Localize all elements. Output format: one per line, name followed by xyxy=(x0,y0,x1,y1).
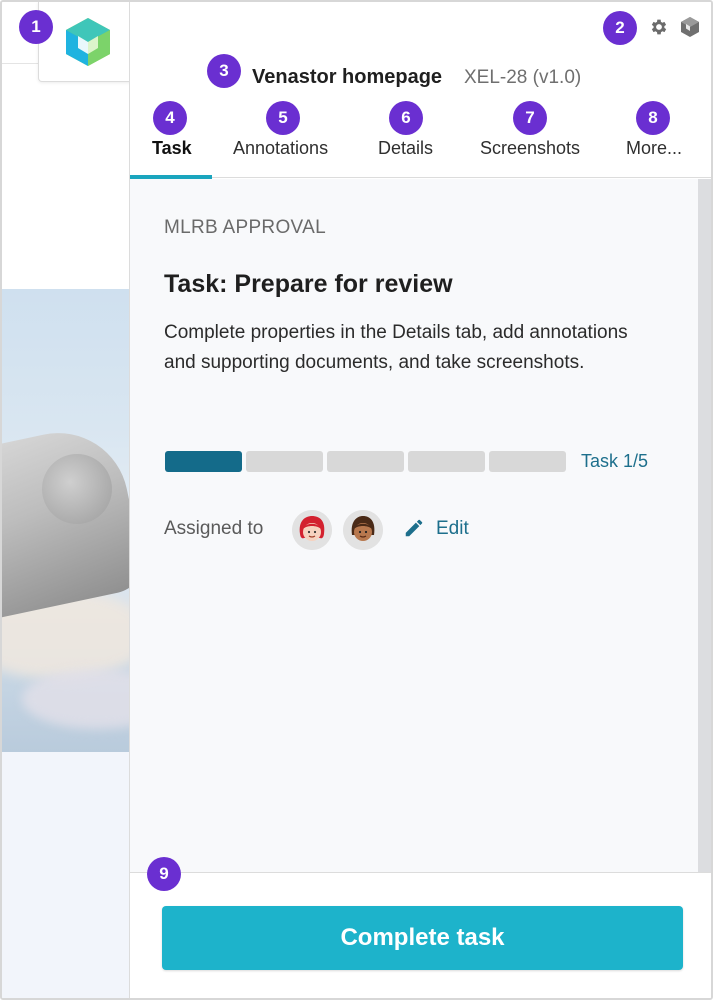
document-title: Venastor homepage xyxy=(252,66,443,88)
panel-footer: Complete task xyxy=(130,872,711,998)
document-id: XEL-28 (v1.0) xyxy=(464,67,582,88)
pencil-icon[interactable] xyxy=(403,517,425,539)
assigned-to-label: Assigned to xyxy=(164,518,264,539)
gear-icon[interactable] xyxy=(649,17,669,37)
task-progress-text: Task 1/5 xyxy=(581,451,649,471)
tab-annotations[interactable]: Annotations xyxy=(233,138,328,159)
progress-segment xyxy=(165,451,242,472)
workflow-section-label: MLRB APPROVAL xyxy=(164,217,326,238)
review-panel: Venastor homepage XEL-28 (v1.0) Task Ann… xyxy=(129,2,711,998)
callout-badge: 4 xyxy=(153,101,187,135)
callout-badge: 1 xyxy=(19,10,53,44)
avatar[interactable] xyxy=(343,510,383,550)
background-hero-image xyxy=(2,289,130,752)
background-page xyxy=(2,2,130,998)
app-logo-icon xyxy=(66,18,110,66)
progress-segment xyxy=(327,451,404,472)
background-content xyxy=(2,64,130,289)
task-progress-bar xyxy=(165,451,566,472)
background-lower xyxy=(2,752,130,998)
callout-badge: 7 xyxy=(513,101,547,135)
progress-segment xyxy=(408,451,485,472)
app-frame: Venastor homepage XEL-28 (v1.0) Task Ann… xyxy=(0,0,713,1000)
tab-details[interactable]: Details xyxy=(378,138,433,159)
callout-badge: 9 xyxy=(147,857,181,891)
logo-tab[interactable] xyxy=(38,2,134,82)
tab-screenshots[interactable]: Screenshots xyxy=(480,138,580,159)
tab-more[interactable]: More... xyxy=(626,138,682,159)
task-title: Task: Prepare for review xyxy=(164,270,453,298)
progress-segment xyxy=(246,451,323,472)
callout-badge: 3 xyxy=(207,54,241,88)
task-description: Complete properties in the Details tab, … xyxy=(164,322,628,373)
edit-assignees-link[interactable]: Edit xyxy=(436,518,469,540)
progress-segment xyxy=(489,451,566,472)
complete-task-button[interactable]: Complete task xyxy=(162,906,683,970)
callout-badge: 2 xyxy=(603,11,637,45)
callout-badge: 5 xyxy=(266,101,300,135)
callout-badge: 8 xyxy=(636,101,670,135)
cube-icon[interactable] xyxy=(680,16,700,38)
scrollbar[interactable] xyxy=(698,179,711,872)
avatar[interactable] xyxy=(292,510,332,550)
tab-task[interactable]: Task xyxy=(152,138,192,159)
callout-badge: 6 xyxy=(389,101,423,135)
